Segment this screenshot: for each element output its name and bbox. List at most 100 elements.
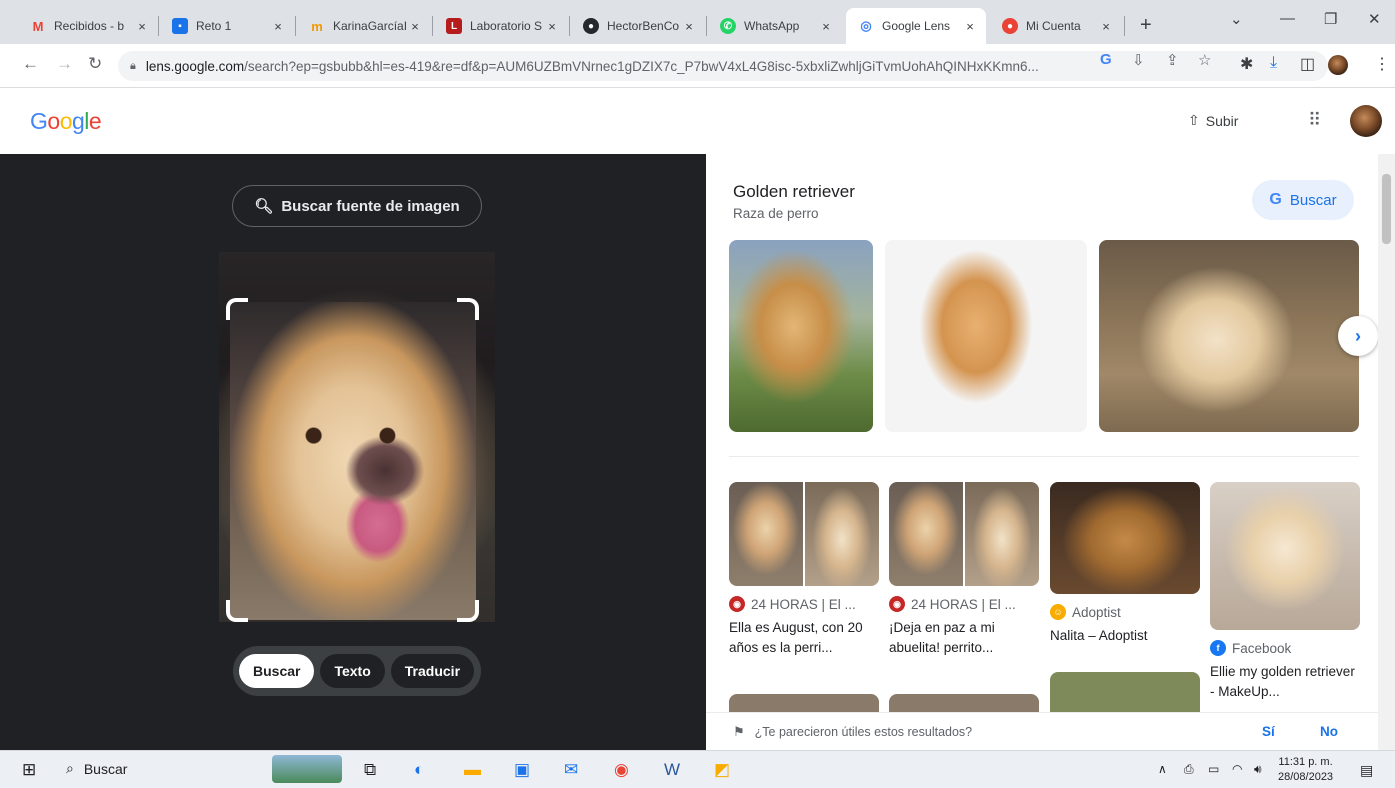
edge-icon[interactable]: ◐ (414, 760, 424, 780)
store-icon[interactable]: ▣ (514, 760, 530, 780)
windows-start-icon[interactable]: ⊞ (22, 760, 36, 780)
tab-search-icon[interactable]: ⌄ (1230, 10, 1243, 28)
account-icon: ● (1002, 18, 1018, 34)
entity-image-3[interactable] (1099, 240, 1359, 432)
crop-handle-bottom-right[interactable] (457, 600, 479, 622)
tab-laboratorio[interactable]: L Laboratorio S × (434, 8, 568, 44)
word-icon[interactable]: W (664, 760, 680, 780)
results-scrollbar[interactable] (1378, 154, 1395, 750)
entity-image-1[interactable] (729, 240, 873, 432)
result-card[interactable]: f Facebook Ellie my golden retriever - M… (1210, 482, 1360, 702)
battery-icon[interactable]: ▭ (1208, 762, 1219, 776)
account-avatar[interactable] (1350, 105, 1382, 137)
notifications-icon[interactable]: ▤ (1360, 762, 1373, 779)
show-hidden-icons-icon[interactable]: ∧ (1158, 762, 1167, 776)
tab-title: WhatsApp (744, 19, 800, 33)
google-translate-icon[interactable]: G (1100, 51, 1112, 68)
reload-icon[interactable]: ↻ (88, 54, 102, 74)
adoptist-icon: ☺ (1050, 604, 1066, 620)
apps-grid-icon[interactable]: ⠿ (1308, 110, 1321, 131)
tab-title: HectorBenCo (607, 19, 680, 33)
sticky-notes-icon[interactable]: ◩ (714, 760, 730, 780)
bookmark-star-icon[interactable]: ☆ (1198, 51, 1211, 69)
google-search-button[interactable]: G Buscar (1252, 180, 1354, 220)
install-icon[interactable]: ⇩ (1132, 51, 1145, 69)
mail-icon[interactable]: ✉ (564, 760, 578, 780)
close-icon[interactable]: × (134, 19, 150, 34)
system-clock[interactable]: 11:31 p. m. 28/08/2023 (1278, 755, 1333, 785)
share-icon[interactable]: ⇪ (1166, 51, 1179, 69)
entity-image-2[interactable] (885, 240, 1087, 432)
tab-karina[interactable]: m KarinaGarcíaI × (297, 8, 431, 44)
mode-texto[interactable]: Texto (320, 654, 385, 688)
url-text: lens.google.com/search?ep=gsbubb&hl=es-4… (145, 58, 1039, 74)
mode-buscar[interactable]: Buscar (239, 654, 315, 688)
result-card[interactable]: ◉ 24 HORAS | El ... ¡Deja en paz a mi ab… (889, 482, 1039, 658)
side-panel-icon[interactable]: ◫ (1300, 54, 1315, 74)
chevron-right-icon[interactable]: › (1338, 316, 1378, 356)
close-window-icon[interactable]: ✕ (1368, 10, 1381, 28)
widgets-icon[interactable] (272, 755, 342, 783)
result-card[interactable]: ◉ 24 HORAS | El ... Ella es August, con … (729, 482, 879, 658)
address-bar[interactable]: 🔒︎ lens.google.com/search?ep=gsbubb&hl=e… (118, 51, 1328, 81)
profile-avatar[interactable] (1328, 55, 1348, 75)
university-icon: L (446, 18, 462, 34)
result-caption[interactable]: ¡Deja en paz a mi abuelita! perrito... (889, 618, 1039, 658)
menu-kebab-icon[interactable]: ⋮ (1374, 54, 1390, 74)
tab-whatsapp[interactable]: ✆ WhatsApp × (708, 8, 842, 44)
wifi-icon[interactable]: ◠ (1232, 762, 1242, 776)
close-icon[interactable]: × (681, 19, 697, 34)
crop-handle-bottom-left[interactable] (226, 600, 248, 622)
find-image-source-label: Buscar fuente de imagen (281, 197, 460, 215)
back-icon[interactable]: ← (22, 54, 39, 74)
task-view-icon[interactable]: ⧉ (364, 760, 376, 780)
new-tab-icon[interactable]: + (1140, 14, 1152, 37)
close-icon[interactable]: × (407, 19, 423, 34)
close-icon[interactable]: × (818, 19, 834, 34)
find-image-source-button[interactable]: 🔍︎ Buscar fuente de imagen (232, 185, 482, 227)
taskbar-search[interactable]: ⌕ Buscar (66, 760, 127, 777)
restore-icon[interactable]: ❐ (1324, 10, 1337, 28)
result-card[interactable]: ☺ Adoptist Nalita – Adoptist (1050, 482, 1200, 646)
tab-google-lens[interactable]: ◎ Google Lens × (846, 8, 986, 44)
close-icon[interactable]: × (962, 19, 978, 34)
tab-mi-cuenta[interactable]: ● Mi Cuenta × (990, 8, 1122, 44)
close-icon[interactable]: × (544, 19, 560, 34)
result-thumbnail-partial[interactable] (729, 694, 879, 714)
result-thumbnail[interactable] (1210, 482, 1360, 630)
result-thumbnail[interactable] (889, 482, 1039, 586)
crop-handle-top-right[interactable] (457, 298, 479, 320)
scrollbar-thumb[interactable] (1382, 174, 1391, 244)
selection-crop-area[interactable] (230, 302, 476, 620)
minimize-icon[interactable]: — (1280, 10, 1295, 27)
feedback-yes-button[interactable]: Sí (1262, 724, 1275, 739)
meet-icon[interactable]: ⎙ (1184, 762, 1194, 777)
result-caption[interactable]: Ella es August, con 20 años es la perri.… (729, 618, 879, 658)
gmail-icon: M (32, 18, 44, 34)
result-thumbnail[interactable] (1050, 482, 1200, 594)
browser-toolbar: ← → ↻ 🔒︎ lens.google.com/search?ep=gsbub… (0, 44, 1395, 88)
extensions-icon[interactable]: ✱ (1240, 54, 1253, 74)
upload-button[interactable]: ⇧ Subir (1188, 112, 1238, 129)
tab-gmail[interactable]: M Recibidos - b × (18, 8, 158, 44)
entity-title[interactable]: Golden retriever (733, 182, 855, 202)
tab-github[interactable]: ● HectorBenCo × (571, 8, 705, 44)
chrome-icon[interactable]: ◉ (614, 760, 629, 780)
crop-handle-top-left[interactable] (226, 298, 248, 320)
download-icon[interactable]: ⤓ (1270, 54, 1277, 72)
mode-traducir[interactable]: Traducir (390, 654, 475, 688)
result-thumbnail-partial[interactable] (889, 694, 1039, 714)
volume-icon[interactable]: 🔊︎ (1254, 762, 1262, 777)
result-thumbnail-partial[interactable] (1050, 672, 1200, 714)
close-icon[interactable]: × (1098, 19, 1114, 34)
forward-icon[interactable]: → (56, 54, 73, 74)
file-explorer-icon[interactable]: ▬ (464, 760, 481, 780)
result-thumbnail[interactable] (729, 482, 879, 586)
clock-date: 28/08/2023 (1278, 771, 1334, 783)
google-logo[interactable]: Google (30, 108, 102, 135)
result-caption[interactable]: Nalita – Adoptist (1050, 626, 1200, 646)
feedback-no-button[interactable]: No (1320, 724, 1338, 739)
result-caption[interactable]: Ellie my golden retriever - MakeUp... (1210, 662, 1360, 702)
tab-reto[interactable]: ▪ Reto 1 × (160, 8, 294, 44)
close-icon[interactable]: × (270, 19, 286, 34)
